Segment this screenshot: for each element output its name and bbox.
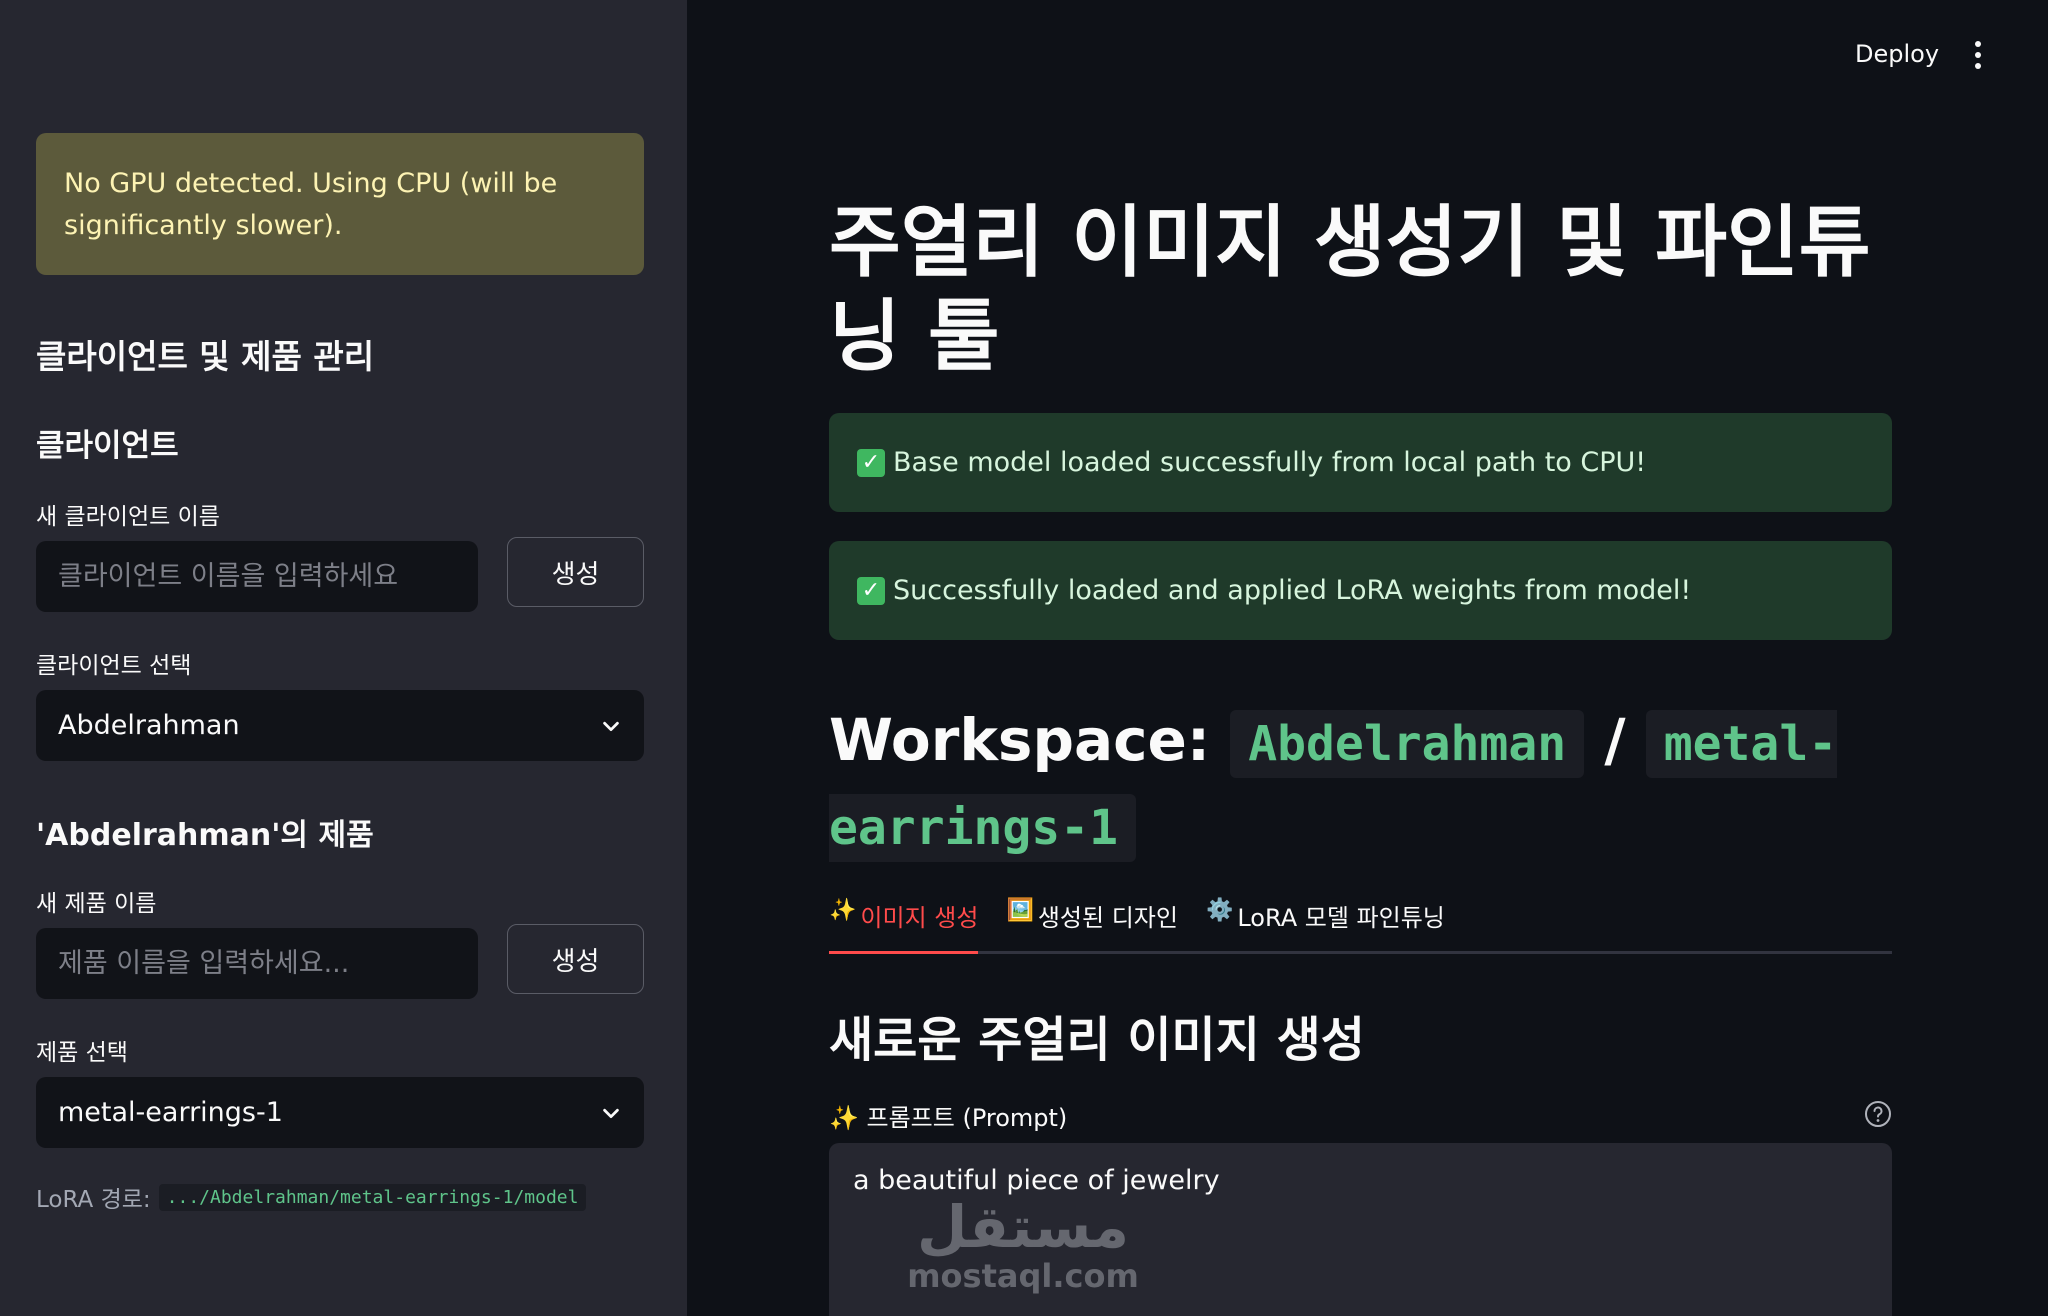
- tab-label: 이미지 생성: [860, 904, 979, 932]
- product-select[interactable]: metal-earrings-1: [36, 1077, 644, 1148]
- check-icon: ✓: [857, 448, 885, 477]
- watermark-arabic: مستقل: [917, 1193, 1129, 1261]
- sidebar-section-title: 클라이언트 및 제품 관리: [36, 337, 375, 376]
- tab-lora-finetuning[interactable]: ⚙️ LoRA 모델 파인튜닝: [1206, 892, 1445, 951]
- product-heading: 'Abdelrahman'의 제품: [36, 818, 374, 853]
- create-client-button[interactable]: 생성: [507, 537, 644, 607]
- tab-label: LoRA 모델 파인튜닝: [1237, 904, 1445, 932]
- gear-icon: ⚙️: [1205, 898, 1234, 923]
- watermark-latin: mostaql.com: [907, 1257, 1139, 1295]
- workspace-separator: /: [1604, 706, 1626, 774]
- picture-icon: 🖼️: [1006, 898, 1034, 923]
- deploy-button[interactable]: Deploy: [1855, 40, 1939, 68]
- lora-path-label: LoRA 경로:: [36, 1187, 151, 1213]
- client-heading: 클라이언트: [36, 428, 179, 464]
- workspace-label: Workspace:: [829, 706, 1211, 774]
- tab-generated-designs[interactable]: 🖼️ 생성된 디자인: [1006, 892, 1178, 951]
- section-title: 새로운 주얼리 이미지 생성: [829, 1012, 1365, 1068]
- workspace-client-code: Abdelrahman: [1230, 710, 1585, 778]
- main-tabs: ✨ 이미지 생성 🖼️ 생성된 디자인 ⚙️ LoRA 모델 파인튜닝: [829, 892, 1892, 954]
- success-alert-lora: ✓ Successfully loaded and applied LoRA w…: [829, 541, 1892, 640]
- chevron-down-icon: [603, 1108, 619, 1118]
- check-icon: ✓: [857, 576, 885, 605]
- new-product-label: 새 제품 이름: [36, 891, 157, 917]
- new-client-label: 새 클라이언트 이름: [36, 504, 220, 530]
- gpu-warning-alert: No GPU detected. Using CPU (will be sign…: [36, 133, 644, 275]
- lora-path-code: .../Abdelrahman/metal-earrings-1/model: [158, 1183, 587, 1211]
- page-title: 주얼리 이미지 생성기 및 파인튜닝 툴: [829, 198, 1871, 382]
- prompt-label: ✨ 프롬프트 (Prompt): [829, 1104, 1068, 1132]
- app-root: No GPU detected. Using CPU (will be sign…: [0, 0, 2048, 1316]
- mostaql-watermark-logo: مستقل mostaql.com: [907, 1193, 1139, 1295]
- create-product-button[interactable]: 생성: [507, 924, 644, 994]
- new-product-input[interactable]: [36, 928, 478, 999]
- success-message: Successfully loaded and applied LoRA wei…: [893, 575, 1692, 606]
- tab-label: 생성된 디자인: [1037, 904, 1178, 932]
- lora-path-caption: LoRA 경로: .../Abdelrahman/metal-earrings-…: [36, 1180, 587, 1214]
- new-client-input[interactable]: [36, 541, 478, 612]
- chevron-down-icon: [603, 721, 619, 731]
- client-select[interactable]: Abdelrahman: [36, 690, 644, 761]
- client-select-value: Abdelrahman: [58, 710, 240, 741]
- help-icon[interactable]: [1864, 1100, 1892, 1128]
- tab-image-generation[interactable]: ✨ 이미지 생성: [829, 892, 979, 954]
- sparkles-icon: ✨: [829, 898, 857, 923]
- client-select-label: 클라이언트 선택: [36, 653, 192, 679]
- success-message: Base model loaded successfully from loca…: [893, 447, 1647, 478]
- success-alert-base-model: ✓ Base model loaded successfully from lo…: [829, 413, 1892, 512]
- product-select-value: metal-earrings-1: [58, 1097, 283, 1128]
- sidebar: No GPU detected. Using CPU (will be sign…: [0, 0, 687, 1316]
- workspace-heading: Workspace: Abdelrahman / metal-earrings-…: [829, 700, 1892, 868]
- product-select-label: 제품 선택: [36, 1040, 128, 1066]
- kebab-menu-icon[interactable]: [1968, 38, 1988, 72]
